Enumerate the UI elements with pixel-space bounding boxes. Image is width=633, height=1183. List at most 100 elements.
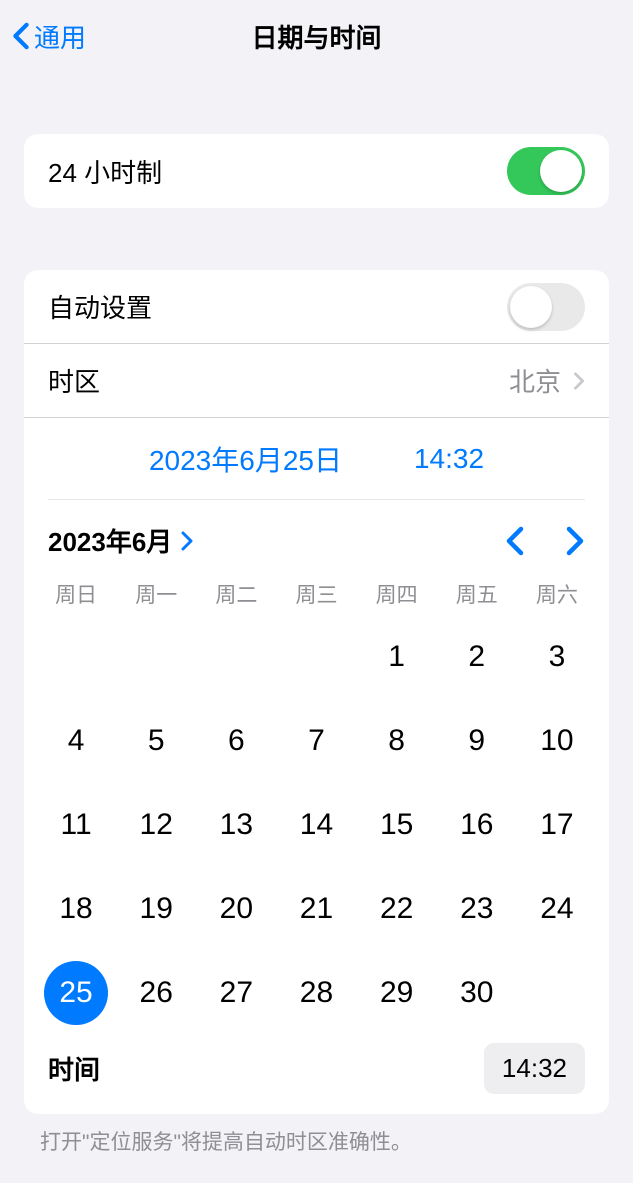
day-cell[interactable]: 3 — [517, 615, 597, 699]
day-number: 3 — [525, 625, 589, 689]
day-cell[interactable]: 23 — [437, 867, 517, 951]
day-blank — [116, 615, 196, 699]
chevron-left-icon — [12, 22, 30, 50]
day-cell[interactable]: 18 — [36, 867, 116, 951]
day-cell[interactable]: 14 — [276, 783, 356, 867]
month-nav — [505, 526, 585, 556]
day-cell[interactable]: 5 — [116, 699, 196, 783]
day-number: 8 — [365, 709, 429, 773]
chevron-right-icon — [180, 531, 194, 551]
weekday-row: 周日周一周二周三周四周五周六 — [36, 563, 597, 615]
day-number: 29 — [365, 961, 429, 1025]
day-cell[interactable]: 28 — [276, 951, 356, 1035]
toggle-knob — [540, 150, 582, 192]
weekday-label: 周四 — [357, 579, 437, 609]
row-24hour: 24 小时制 — [24, 134, 609, 208]
weekday-label: 周二 — [196, 579, 276, 609]
day-cell[interactable]: 10 — [517, 699, 597, 783]
day-number: 15 — [365, 793, 429, 857]
calendar-header: 2023年6月 — [36, 500, 597, 563]
day-cell[interactable]: 29 — [357, 951, 437, 1035]
day-cell[interactable]: 6 — [196, 699, 276, 783]
weekday-label: 周六 — [517, 579, 597, 609]
day-blank — [276, 615, 356, 699]
day-cell[interactable]: 9 — [437, 699, 517, 783]
day-cell[interactable]: 11 — [36, 783, 116, 867]
footnote: 打开"定位服务"将提高自动时区准确性。 — [0, 1114, 633, 1156]
back-label: 通用 — [34, 18, 86, 55]
day-number: 11 — [44, 793, 108, 857]
chevron-right-icon — [573, 372, 585, 390]
month-heading[interactable]: 2023年6月 — [48, 522, 172, 559]
day-number: 17 — [525, 793, 589, 857]
label-time: 时间 — [48, 1050, 484, 1087]
day-cell[interactable]: 4 — [36, 699, 116, 783]
day-cell[interactable]: 22 — [357, 867, 437, 951]
day-number: 16 — [445, 793, 509, 857]
day-cell[interactable]: 15 — [357, 783, 437, 867]
day-cell[interactable]: 2 — [437, 615, 517, 699]
day-number: 19 — [124, 877, 188, 941]
weekday-label: 周一 — [116, 579, 196, 609]
day-number: 20 — [204, 877, 268, 941]
day-number: 4 — [44, 709, 108, 773]
time-picker[interactable]: 14:32 — [484, 1043, 585, 1094]
day-cell[interactable]: 12 — [116, 783, 196, 867]
weekday-label: 周三 — [276, 579, 356, 609]
row-current-datetime: 2023年6月25日 14:32 — [48, 418, 585, 500]
day-cell[interactable]: 24 — [517, 867, 597, 951]
day-number: 5 — [124, 709, 188, 773]
day-cell[interactable]: 8 — [357, 699, 437, 783]
day-number: 23 — [445, 877, 509, 941]
label-timezone: 时区 — [48, 362, 509, 399]
day-cell[interactable]: 27 — [196, 951, 276, 1035]
day-number: 12 — [124, 793, 188, 857]
day-cell[interactable]: 20 — [196, 867, 276, 951]
label-auto-set: 自动设置 — [48, 288, 507, 325]
day-number: 13 — [204, 793, 268, 857]
day-number: 27 — [204, 961, 268, 1025]
day-blank — [196, 615, 276, 699]
day-cell[interactable]: 16 — [437, 783, 517, 867]
day-cell[interactable]: 21 — [276, 867, 356, 951]
current-time[interactable]: 14:32 — [414, 443, 484, 475]
next-month-button[interactable] — [565, 526, 585, 556]
row-auto-set: 自动设置 — [24, 270, 609, 344]
day-cell[interactable]: 30 — [437, 951, 517, 1035]
back-button[interactable]: 通用 — [8, 14, 90, 59]
day-number: 26 — [124, 961, 188, 1025]
label-24hour: 24 小时制 — [48, 153, 507, 190]
day-number: 28 — [284, 961, 348, 1025]
day-cell[interactable]: 17 — [517, 783, 597, 867]
day-number: 6 — [204, 709, 268, 773]
section-24hour: 24 小时制 — [24, 134, 609, 208]
current-date[interactable]: 2023年6月25日 — [149, 439, 342, 479]
day-number: 7 — [284, 709, 348, 773]
calendar: 2023年6月 周日周一周二周三周四周五周六 12345678910111213… — [24, 500, 609, 1114]
row-timezone[interactable]: 时区 北京 — [24, 344, 609, 418]
day-number: 1 — [365, 625, 429, 689]
weekday-label: 周日 — [36, 579, 116, 609]
day-number: 2 — [445, 625, 509, 689]
page-title: 日期与时间 — [251, 18, 381, 55]
toggle-auto-set[interactable] — [507, 283, 585, 331]
day-number: 24 — [525, 877, 589, 941]
day-number: 21 — [284, 877, 348, 941]
day-number: 14 — [284, 793, 348, 857]
day-cell[interactable]: 1 — [357, 615, 437, 699]
day-blank — [36, 615, 116, 699]
value-timezone: 北京 — [509, 362, 561, 399]
days-grid: 1234567891011121314151617181920212223242… — [36, 615, 597, 1035]
section-datetime: 自动设置 时区 北京 2023年6月25日 14:32 2023年6月 — [24, 270, 609, 1114]
toggle-knob — [510, 286, 552, 328]
toggle-24hour[interactable] — [507, 147, 585, 195]
day-cell[interactable]: 19 — [116, 867, 196, 951]
day-number: 10 — [525, 709, 589, 773]
day-cell[interactable]: 7 — [276, 699, 356, 783]
day-cell[interactable]: 25 — [36, 951, 116, 1035]
nav-header: 通用 日期与时间 — [0, 0, 633, 72]
day-cell[interactable]: 13 — [196, 783, 276, 867]
day-number: 18 — [44, 877, 108, 941]
prev-month-button[interactable] — [505, 526, 525, 556]
day-cell[interactable]: 26 — [116, 951, 196, 1035]
